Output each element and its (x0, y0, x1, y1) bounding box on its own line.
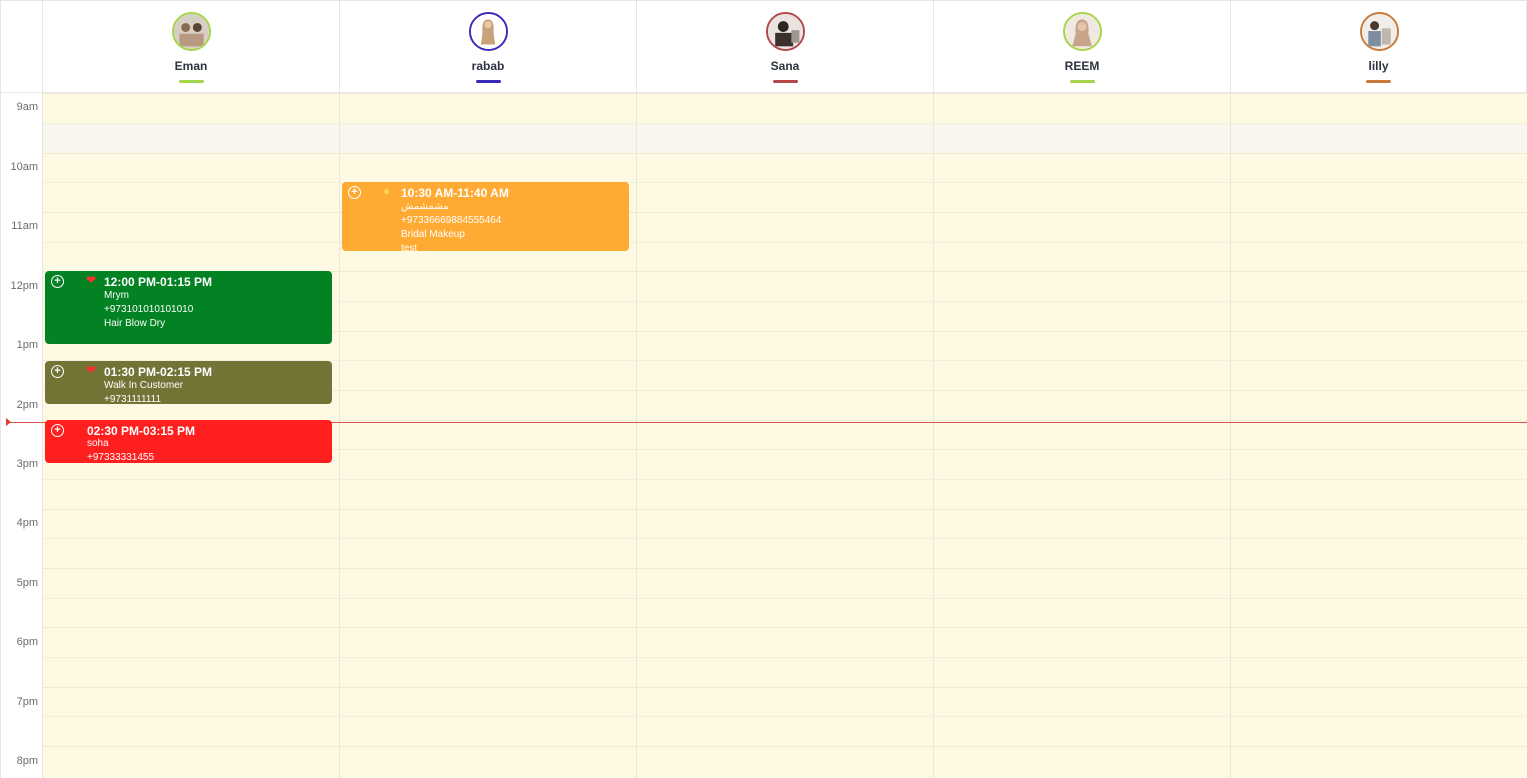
appointment-card[interactable]: + ● 10:30 AM-11:40 AM مشمشمش +9733666988… (342, 182, 629, 251)
time-slot[interactable] (43, 657, 1527, 687)
add-icon[interactable]: + (51, 275, 64, 288)
staff-header: Eman rabab Sana REEM lilly (0, 0, 1527, 93)
hour-label: 10am (10, 161, 38, 173)
time-slot[interactable] (43, 212, 1527, 242)
hour-label: 4pm (16, 517, 38, 529)
add-icon[interactable]: + (348, 186, 361, 199)
column-divider (339, 93, 340, 778)
hour-label: 5pm (16, 577, 38, 589)
staff-column-header-eman[interactable]: Eman (43, 0, 340, 93)
appointment-customer: Mrym (104, 290, 129, 301)
staff-color-bar (1366, 80, 1391, 83)
appointment-phone: +9731111111 (104, 394, 162, 404)
staff-name: rabab (471, 59, 505, 73)
staff-photo-icon (1065, 14, 1100, 49)
appointment-card[interactable]: + ❤ 01:30 PM-02:15 PM Walk In Customer +… (45, 361, 332, 404)
staff-name: lilly (1368, 59, 1389, 73)
staff-photo-icon (174, 14, 209, 49)
comment-icon: ● (383, 184, 391, 198)
appointment-card[interactable]: + 02:30 PM-03:15 PM soha +97333331455 (45, 420, 332, 463)
hour-label: 1pm (16, 339, 38, 351)
staff-color-bar (773, 80, 798, 83)
add-icon[interactable]: + (51, 424, 64, 437)
column-divider (933, 93, 934, 778)
hour-label: 12pm (10, 280, 38, 292)
staff-avatar[interactable] (1360, 12, 1399, 51)
time-slot[interactable] (43, 598, 1527, 627)
staff-name: Sana (770, 59, 800, 73)
time-grid: 9am 10am 11am 12pm 1pm 2pm 3pm 4pm 5pm 6… (0, 93, 1527, 778)
staff-avatar[interactable] (1063, 12, 1102, 51)
heart-icon: ❤ (86, 363, 97, 377)
time-slot[interactable] (43, 746, 1527, 778)
time-slot[interactable] (43, 627, 1527, 657)
staff-photo-icon (471, 14, 506, 49)
time-slot[interactable] (43, 242, 1527, 271)
time-slot[interactable] (43, 182, 1527, 212)
appointment-time: 10:30 AM-11:40 AM (401, 186, 509, 200)
time-slot[interactable] (43, 123, 1527, 153)
appointment-phone: +97333331455 (87, 452, 155, 463)
add-icon[interactable]: + (51, 365, 64, 378)
appointment-card[interactable]: + ❤ 12:00 PM-01:15 PM Mrym +973101010101… (45, 271, 332, 344)
time-slot[interactable] (43, 93, 1527, 123)
staff-avatar[interactable] (469, 12, 508, 51)
hour-label: 2pm (16, 399, 38, 411)
staff-color-bar (476, 80, 501, 83)
staff-column-header-reem[interactable]: REEM (934, 0, 1231, 93)
time-slot[interactable] (43, 538, 1527, 568)
staff-photo-icon (1362, 14, 1397, 49)
hour-label: 11am (11, 220, 38, 232)
time-gutter: 9am 10am 11am 12pm 1pm 2pm 3pm 4pm 5pm 6… (0, 93, 43, 778)
appointment-note: test (401, 243, 418, 251)
time-slot[interactable] (43, 687, 1527, 716)
time-slot[interactable] (43, 153, 1527, 182)
staff-avatar[interactable] (172, 12, 211, 51)
hour-label: 3pm (16, 458, 38, 470)
appointment-phone: +97336669884555464 (401, 215, 502, 226)
staff-name: REEM (1064, 59, 1100, 73)
time-slot[interactable] (43, 509, 1527, 538)
appointment-customer: مشمشمش (401, 201, 449, 212)
appointment-customer: soha (87, 438, 109, 449)
column-divider (1230, 93, 1231, 778)
staff-color-bar (179, 80, 204, 83)
hour-label: 9am (16, 101, 38, 113)
appointment-customer: Walk In Customer (104, 380, 184, 391)
appointment-time: 01:30 PM-02:15 PM (104, 365, 213, 379)
time-slot[interactable] (43, 716, 1527, 746)
appointment-time: 02:30 PM-03:15 PM (87, 424, 196, 438)
column-divider (636, 93, 637, 778)
time-slot[interactable] (43, 568, 1527, 598)
staff-column-header-sana[interactable]: Sana (637, 0, 934, 93)
calendar-day-view: Eman rabab Sana REEM lilly 9am 10am 11am… (0, 0, 1527, 778)
hour-label: 7pm (16, 696, 38, 708)
appointment-time: 12:00 PM-01:15 PM (104, 275, 213, 289)
staff-avatar[interactable] (766, 12, 805, 51)
staff-photo-icon (768, 14, 803, 49)
time-slot[interactable] (43, 479, 1527, 509)
staff-color-bar (1070, 80, 1095, 83)
staff-column-header-lilly[interactable]: lilly (1231, 0, 1527, 93)
appointment-service: Bridal Makeup (401, 229, 465, 240)
heart-icon: ❤ (86, 273, 97, 287)
staff-column-header-rabab[interactable]: rabab (340, 0, 637, 93)
hour-label: 6pm (16, 636, 38, 648)
appointment-phone: +973101010101010 (104, 304, 194, 315)
header-gutter (0, 0, 43, 93)
hour-label: 8pm (16, 755, 38, 767)
staff-name: Eman (174, 59, 208, 73)
appointment-service: Hair Blow Dry (104, 318, 166, 329)
